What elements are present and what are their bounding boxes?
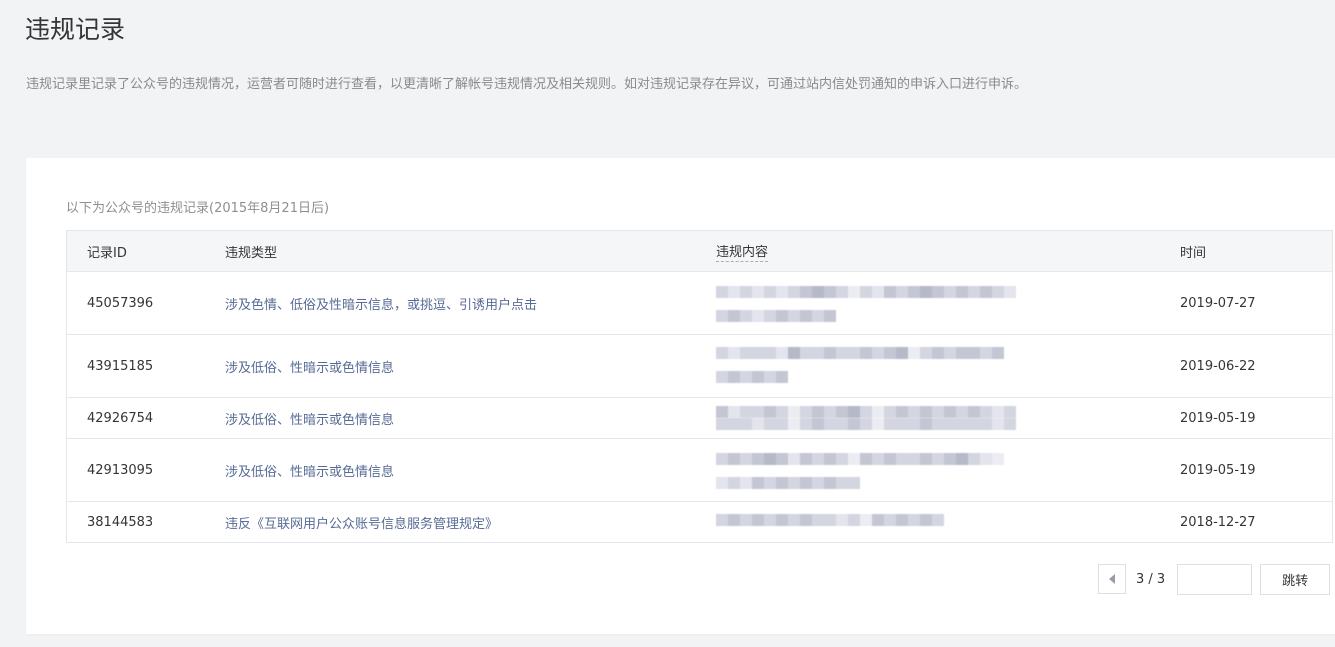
table-row: 43915185 涉及低俗、性暗示或色情信息 2019-06-22 [67,334,1332,397]
violation-table: 记录ID 违规类型 违规内容 时间 45057396 涉及色情、低俗及性暗示信息… [66,230,1333,543]
header-time: 时间 [1180,245,1207,261]
redacted-content-mask [656,272,1096,334]
table-header: 记录ID 违规类型 违规内容 时间 [67,231,1332,271]
page-description: 违规记录里记录了公众号的违规情况，运营者可随时进行查看，以更清晰了解帐号违规情况… [26,77,1028,92]
violation-type-link[interactable]: 涉及低俗、性暗示或色情信息 [205,461,696,480]
record-id: 38144583 [87,514,154,530]
violation-content-redacted [656,335,1160,397]
redacted-content-mask [656,335,1096,397]
redacted-content-mask [656,439,1096,501]
caret-left-icon [1108,574,1115,584]
violation-type-link[interactable]: 涉及低俗、性暗示或色情信息 [205,357,696,376]
violation-content-redacted [656,398,1160,438]
record-id: 42913095 [87,462,154,478]
header-violation-content[interactable]: 违规内容 [696,231,1160,271]
violation-time: 2019-07-27 [1180,295,1256,311]
record-id: 42926754 [87,410,154,426]
table-row: 42926754 涉及低俗、性暗示或色情信息 2019-05-19 [67,397,1332,438]
violation-time: 2018-12-27 [1180,514,1256,530]
table-row: 42913095 涉及低俗、性暗示或色情信息 2019-05-19 [67,438,1332,501]
records-card: 以下为公众号的违规记录(2015年8月21日后) 记录ID 违规类型 违规内容 … [26,158,1335,634]
redacted-content-mask [656,502,1096,542]
page-title: 违规记录 [25,15,126,44]
pagination: 3 / 3 跳转 [1098,563,1331,595]
violation-type-link[interactable]: 违反《互联网用户公众账号信息服务管理规定》 [205,513,696,532]
jump-button[interactable]: 跳转 [1260,563,1331,595]
table-row: 38144583 违反《互联网用户公众账号信息服务管理规定》 2018-12-2… [67,501,1332,542]
page-count: 3 / 3 [1136,571,1166,587]
prev-page-button[interactable] [1098,564,1126,594]
violation-type-link[interactable]: 涉及低俗、性暗示或色情信息 [205,409,696,428]
header-record-id: 记录ID [87,245,127,261]
violation-content-redacted [656,502,1160,542]
violation-time: 2019-05-19 [1180,462,1256,478]
header-violation-type: 违规类型 [225,245,278,261]
header-violation-content-label[interactable]: 违规内容 [716,241,769,262]
redacted-content-mask [656,398,1096,438]
violation-time: 2019-05-19 [1180,410,1256,426]
record-id: 43915185 [87,358,154,374]
violation-content-redacted [656,439,1160,501]
page-number-input[interactable] [1177,563,1253,595]
violation-type-link[interactable]: 涉及色情、低俗及性暗示信息，或挑逗、引诱用户点击 [205,294,696,313]
violation-content-redacted [656,272,1160,334]
table-caption: 以下为公众号的违规记录(2015年8月21日后) [66,201,330,216]
table-row: 45057396 涉及色情、低俗及性暗示信息，或挑逗、引诱用户点击 2019-0… [67,271,1332,334]
violation-time: 2019-06-22 [1180,358,1256,374]
record-id: 45057396 [87,295,154,311]
